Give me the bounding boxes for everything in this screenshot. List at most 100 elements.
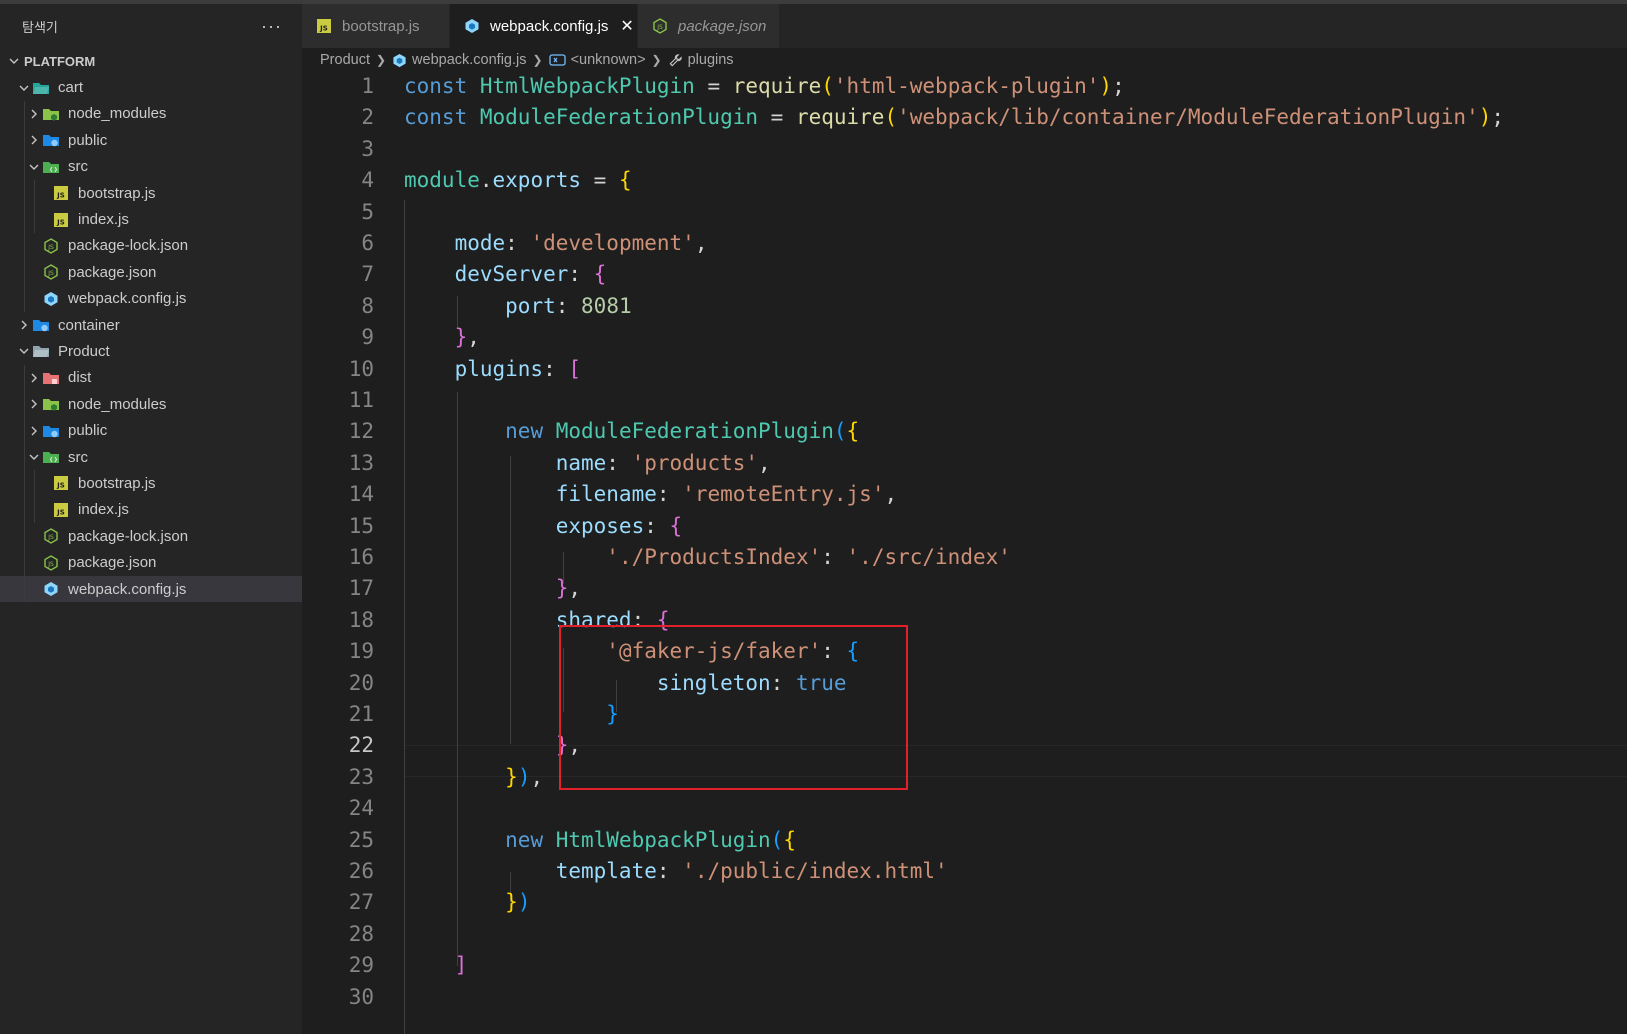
tree-indent-guide — [24, 417, 25, 444]
tab-webpack-config-js[interactable]: webpack.config.js ✕ — [450, 4, 638, 48]
node-modules-folder-icon — [42, 106, 60, 122]
code-line[interactable]: 17 }, — [302, 572, 1627, 604]
svg-text:JS: JS — [47, 534, 54, 541]
code-line[interactable]: 16 './ProductsIndex': './src/index' — [302, 541, 1627, 573]
tree-item-index-js[interactable]: JS index.js — [0, 496, 302, 524]
code-token: : — [821, 545, 847, 569]
code-line[interactable]: 11 — [302, 384, 1627, 416]
code-line[interactable]: 20 singleton: true — [302, 667, 1627, 699]
breadcrumb-item-product[interactable]: Product — [320, 52, 370, 68]
tree-item-node-modules[interactable]: node_modules — [0, 391, 302, 418]
tab-bootstrap-js[interactable]: JS bootstrap.js — [302, 4, 450, 48]
code-token: const — [404, 74, 480, 98]
tree-item-public[interactable]: public — [0, 127, 302, 154]
code-line[interactable]: 24 — [302, 792, 1627, 824]
code-line[interactable]: 4 module.exports = { — [302, 164, 1627, 196]
tree-item-src[interactable]: src — [0, 443, 302, 471]
tree-indent-guide — [24, 549, 25, 576]
code-line[interactable]: 7 devServer: { — [302, 258, 1627, 290]
tree-item-public[interactable]: public — [0, 417, 302, 444]
svg-text:JS: JS — [56, 482, 65, 490]
code-text: './ProductsIndex': './src/index' — [404, 541, 1011, 573]
code-text: module.exports = { — [404, 164, 632, 196]
folder-open-icon — [32, 80, 50, 96]
breadcrumb-label: plugins — [687, 52, 734, 68]
tree-item-container[interactable]: container — [0, 312, 302, 338]
code-line[interactable]: 27 }) — [302, 886, 1627, 918]
code-token: : — [555, 293, 582, 318]
code-line[interactable]: 30 — [302, 981, 1627, 1013]
code-line[interactable]: 22 }, — [302, 729, 1627, 761]
code-text: const HtmlWebpackPlugin = require('html-… — [404, 70, 1125, 102]
code-line[interactable]: 3 — [302, 133, 1627, 165]
code-line[interactable]: 13 name: 'products', — [302, 447, 1627, 479]
code-token: mode — [454, 231, 506, 255]
tree-item-label: webpack.config.js — [68, 580, 187, 598]
tree-item-package-json[interactable]: JS package.json — [0, 549, 302, 576]
tree-item-bootstrap-js[interactable]: JS bootstrap.js — [0, 179, 302, 207]
code-token: : — [644, 513, 670, 538]
code-line[interactable]: 8 port: 8081 — [302, 290, 1627, 322]
tree-item-label: container — [58, 316, 120, 334]
tree-item-product[interactable]: Product — [0, 338, 302, 364]
code-line[interactable]: 15 exposes: { — [302, 510, 1627, 542]
code-line[interactable]: 9 }, — [302, 321, 1627, 353]
code-line[interactable]: 18 shared: { — [302, 604, 1627, 636]
code-line[interactable]: 25 new HtmlWebpackPlugin({ — [302, 824, 1627, 856]
tree-item-bootstrap-js[interactable]: JS bootstrap.js — [0, 470, 302, 497]
line-number: 13 — [348, 450, 374, 475]
close-icon[interactable]: ✕ — [620, 16, 633, 36]
code-token: './src/index' — [846, 545, 1011, 569]
code-editor[interactable]: 1 const HtmlWebpackPlugin = require('html… — [302, 72, 1627, 1034]
code-line[interactable]: 28 — [302, 918, 1627, 950]
breadcrumb-label: <unknown> — [570, 52, 646, 68]
tab-package-json[interactable]: JS package.json — [638, 4, 780, 48]
tree-item-package-lock-json[interactable]: JS package-lock.json — [0, 232, 302, 260]
code-line[interactable]: 26 template: './public/index.html' — [302, 855, 1627, 887]
tree-item-src[interactable]: src — [0, 153, 302, 180]
tree-item-label: src — [68, 448, 88, 466]
tree-item-webpack-config-js[interactable]: webpack.config.js — [0, 575, 302, 603]
code-line[interactable]: 29 ] — [302, 949, 1627, 981]
workspace-root[interactable]: PLATFORM — [0, 48, 302, 74]
tree-item-node-modules[interactable]: node_modules — [0, 100, 302, 128]
chevron-right-icon — [26, 108, 42, 120]
code-text: }), — [404, 761, 543, 793]
line-number: 26 — [348, 859, 374, 883]
src-folder-icon — [42, 449, 60, 465]
breadcrumb-item-plugins[interactable]: plugins — [668, 52, 734, 68]
code-line[interactable]: 21 } — [302, 698, 1627, 730]
code-token: exports — [492, 168, 582, 193]
code-line[interactable]: 19 '@faker-js/faker': { — [302, 635, 1627, 667]
more-actions-icon[interactable]: ··· — [261, 16, 282, 37]
code-line[interactable]: 14 filename: 'remoteEntry.js', — [302, 478, 1627, 510]
tree-item-index-js[interactable]: JS index.js — [0, 206, 302, 233]
tree-item-webpack-config-js[interactable]: webpack.config.js — [0, 285, 302, 312]
public-folder-icon — [32, 317, 50, 333]
tree-item-package-json[interactable]: JS package.json — [0, 259, 302, 286]
code-token: { — [669, 513, 683, 538]
code-line[interactable]: 5 — [302, 196, 1627, 228]
code-line[interactable]: 2 const ModuleFederationPlugin = require(… — [302, 101, 1627, 133]
chevron-down-icon — [26, 161, 42, 173]
tree-item-package-lock-json[interactable]: JS package-lock.json — [0, 523, 302, 550]
code-text: }, — [404, 321, 480, 353]
tree-item-cart[interactable]: cart — [0, 74, 302, 100]
code-line[interactable]: 23 }), — [302, 761, 1627, 793]
webpack-file-icon — [393, 53, 406, 67]
annotation-highlight-box — [559, 625, 908, 790]
code-line[interactable]: 10 plugins: [ — [302, 353, 1627, 385]
code-line[interactable]: 1 const HtmlWebpackPlugin = require('html… — [302, 70, 1627, 102]
code-line[interactable]: 12 new ModuleFederationPlugin({ — [302, 415, 1627, 447]
code-token: ; — [1112, 74, 1125, 98]
tree-indent-guide — [24, 100, 25, 128]
code-line[interactable]: 6 mode: 'development', — [302, 227, 1627, 259]
svg-text:JS: JS — [47, 270, 54, 277]
code-token: new — [505, 827, 556, 852]
tree-item-dist[interactable]: dist — [0, 364, 302, 392]
breadcrumb-item-file[interactable]: webpack.config.js — [392, 52, 527, 68]
breadcrumb-item-unknown[interactable]: <unknown> — [548, 52, 646, 68]
